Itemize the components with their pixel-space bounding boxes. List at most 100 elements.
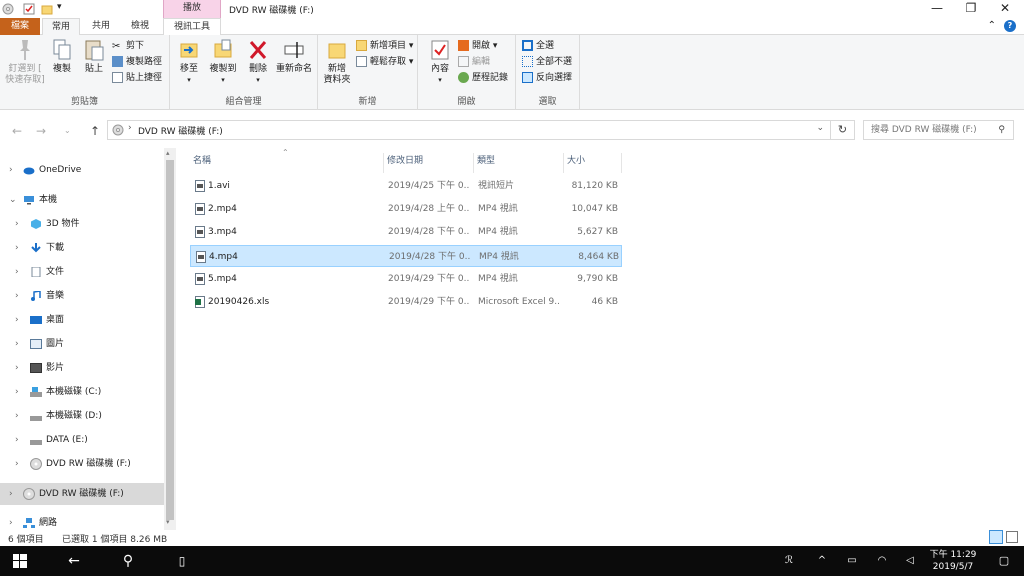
people-icon[interactable]: ℛ	[780, 546, 798, 576]
sidebar-item-desktop[interactable]: › 桌面	[0, 309, 164, 331]
back-arrow-icon[interactable]: ←	[12, 124, 22, 138]
tab-file[interactable]: 檔案	[0, 18, 40, 35]
properties-quick-icon[interactable]	[23, 3, 35, 15]
details-view-icon[interactable]	[989, 530, 1003, 544]
search-input[interactable]: 搜尋 DVD RW 磁碟機 (F:) ⚲	[863, 120, 1014, 140]
open-button[interactable]: 開啟 ▾	[458, 39, 497, 53]
scroll-up-icon[interactable]: ▴	[166, 149, 170, 157]
file-row-selected[interactable]: 4.mp4 2019/4/28 下午 0... MP4 視訊 8,464 KB	[190, 245, 622, 267]
sidebar-item-videos[interactable]: › 影片	[0, 357, 164, 379]
sidebar-item-drive-d[interactable]: › 本機磁碟 (D:)	[0, 405, 164, 427]
scroll-down-icon[interactable]: ▾	[166, 518, 170, 526]
rename-button[interactable]: 重新命名	[274, 38, 314, 75]
chevron-right-icon[interactable]: ›	[15, 237, 19, 259]
pin-quick-access-button[interactable]: 釘選到 [ 快速存取]	[4, 38, 46, 86]
tab-share[interactable]: 共用	[82, 18, 120, 35]
up-arrow-icon[interactable]: ↑	[90, 124, 100, 138]
clock[interactable]: 下午 11:29 2019/5/7	[928, 549, 978, 573]
sidebar-item-drive-c[interactable]: › 本機磁碟 (C:)	[0, 381, 164, 403]
file-row[interactable]: 20190426.xls 2019/4/29 下午 0... Microsoft…	[190, 291, 622, 313]
close-button[interactable]: ✕	[988, 0, 1022, 18]
video-file-icon	[195, 273, 205, 285]
windows-start-icon[interactable]	[10, 546, 30, 576]
sidebar-item-this-pc[interactable]: ⌄ 本機	[0, 189, 164, 211]
chevron-right-icon[interactable]: ›	[15, 381, 19, 403]
new-item-button[interactable]: 新增項目 ▾	[356, 39, 413, 53]
search-icon[interactable]: ⚲	[116, 546, 140, 576]
minimize-button[interactable]: —	[920, 0, 954, 18]
tab-video-tools[interactable]: 視訊工具	[163, 18, 221, 35]
tab-view[interactable]: 檢視	[120, 18, 160, 35]
sidebar-item-dvd-drive[interactable]: › DVD RW 磁碟機 (F:)	[0, 453, 164, 475]
move-to-button[interactable]: 移至 ▾	[174, 38, 204, 86]
new-folder-button[interactable]: 新增 資料夾	[322, 38, 352, 86]
chevron-right-icon[interactable]: ›	[15, 285, 19, 307]
sidebar-item-drive-e[interactable]: › DATA (E:)	[0, 429, 164, 451]
sidebar-item-label: 文件	[46, 267, 65, 277]
sidebar-item-dvd-drive-root[interactable]: › DVD RW 磁碟機 (F:)	[0, 483, 164, 505]
sidebar-item-downloads[interactable]: › 下載	[0, 237, 164, 259]
chevron-right-icon[interactable]: ›	[15, 309, 19, 331]
battery-icon[interactable]: ▭	[844, 546, 860, 576]
chevron-right-icon[interactable]: ›	[9, 483, 13, 505]
sidebar-item-onedrive[interactable]: › OneDrive	[0, 159, 164, 181]
chevron-up-icon[interactable]: ^	[814, 546, 830, 576]
wifi-icon[interactable]: ◠	[874, 546, 890, 576]
chevron-up-icon[interactable]: ⌃	[988, 20, 996, 31]
sidebar-item-pictures[interactable]: › 圖片	[0, 333, 164, 355]
column-header-name[interactable]: 名稱	[190, 153, 384, 173]
address-path[interactable]: DVD RW 磁碟機 (F:)	[138, 124, 223, 137]
maximize-button[interactable]: ❐	[954, 0, 988, 18]
chevron-right-icon[interactable]: ›	[9, 159, 13, 181]
file-row[interactable]: 3.mp4 2019/4/28 下午 0... MP4 視訊 5,627 KB	[190, 221, 622, 243]
edit-button[interactable]: 編輯	[458, 55, 490, 69]
copy-path-button[interactable]: 複製路徑	[112, 55, 162, 69]
new-folder-quick-icon[interactable]	[41, 3, 53, 15]
paste-shortcut-button[interactable]: 貼上捷徑	[112, 71, 162, 85]
chevron-right-icon[interactable]: ›	[15, 357, 19, 379]
back-arrow-icon[interactable]: ←	[62, 546, 86, 576]
chevron-right-icon[interactable]: ›	[15, 333, 19, 355]
large-icons-view-icon[interactable]	[1006, 531, 1018, 543]
easy-access-button[interactable]: 輕鬆存取 ▾	[356, 55, 413, 69]
forward-arrow-icon[interactable]: →	[36, 124, 46, 138]
chevron-right-icon[interactable]: ›	[15, 405, 19, 427]
file-row[interactable]: 2.mp4 2019/4/28 上午 0... MP4 視訊 10,047 KB	[190, 198, 622, 220]
delete-button[interactable]: 刪除 ▾	[244, 38, 272, 86]
notifications-icon[interactable]: ▢	[994, 546, 1014, 576]
copy-to-button[interactable]: 複製到 ▾	[206, 38, 240, 86]
help-icon[interactable]: ?	[1004, 20, 1016, 32]
volume-icon[interactable]: ◁	[902, 546, 918, 576]
tab-home[interactable]: 常用	[42, 18, 80, 36]
refresh-button[interactable]: ↻	[831, 120, 855, 140]
chevron-right-icon[interactable]: ›	[15, 213, 19, 235]
sidebar-item-music[interactable]: › 音樂	[0, 285, 164, 307]
column-header-date[interactable]: 修改日期	[384, 153, 474, 173]
properties-button[interactable]: 內容 ▾	[426, 38, 454, 86]
history-button[interactable]: 歷程記錄	[458, 71, 508, 85]
copy-button[interactable]: 複製	[48, 38, 76, 75]
sidebar-item-3d-objects[interactable]: › 3D 物件	[0, 213, 164, 235]
sidebar-scrollbar-thumb[interactable]	[166, 160, 174, 520]
cut-button[interactable]: ✂ 剪下	[112, 39, 144, 53]
file-row[interactable]: 5.mp4 2019/4/29 下午 0... MP4 視訊 9,790 KB	[190, 268, 622, 290]
address-bar[interactable]: › DVD RW 磁碟機 (F:) ⌄	[107, 120, 831, 140]
breadcrumb-chevron-icon[interactable]: ›	[128, 123, 132, 133]
address-dropdown-icon[interactable]: ⌄	[816, 123, 824, 133]
select-all-button[interactable]: 全選	[522, 39, 554, 53]
recent-locations-icon[interactable]: ⌄	[64, 126, 71, 135]
quick-access-dropdown-icon[interactable]: ▾	[57, 2, 69, 14]
select-none-button[interactable]: 全部不選	[522, 55, 572, 69]
file-row[interactable]: 1.avi 2019/4/25 下午 0... 視訊短片 81,120 KB	[190, 175, 622, 197]
invert-selection-button[interactable]: 反向選擇	[522, 71, 572, 85]
sidebar-item-documents[interactable]: › 文件	[0, 261, 164, 283]
file-type: Microsoft Excel 9...	[478, 297, 560, 307]
paste-button[interactable]: 貼上	[80, 38, 108, 75]
task-view-icon[interactable]: ▯	[170, 546, 194, 576]
chevron-right-icon[interactable]: ›	[15, 429, 19, 451]
column-header-size[interactable]: 大小	[564, 153, 622, 173]
column-header-type[interactable]: 類型	[474, 153, 564, 173]
chevron-down-icon[interactable]: ⌄	[9, 189, 17, 211]
chevron-right-icon[interactable]: ›	[15, 453, 19, 475]
chevron-right-icon[interactable]: ›	[15, 261, 19, 283]
